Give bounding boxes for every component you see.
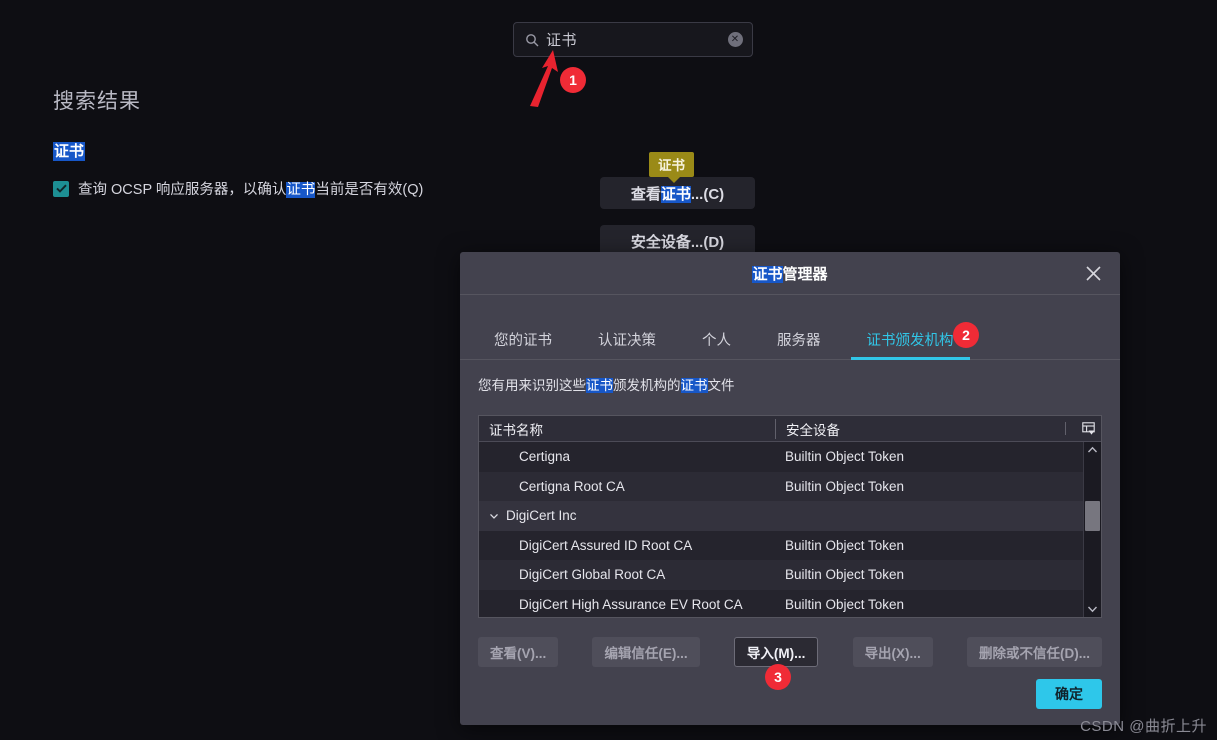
cell-group-name: DigiCert Inc	[479, 508, 775, 523]
results-group-label: 证书	[53, 142, 86, 161]
table-row[interactable]: Certigna Root CA Builtin Object Token	[479, 471, 1083, 501]
table-scrollbar[interactable]	[1083, 442, 1101, 617]
cell-certificate-name: DigiCert High Assurance EV Root CA	[519, 596, 743, 612]
column-header-security-device[interactable]: 安全设备	[775, 418, 1065, 439]
ok-button[interactable]: 确定	[1036, 679, 1102, 709]
ocsp-preference-label: 查询 OCSP 响应服务器，以确认证书当前是否有效(Q)	[78, 178, 423, 199]
annotation-badge-1: 1	[560, 67, 586, 93]
certificates-table: 证书名称 安全设备 Certigna Builtin Object Token …	[478, 415, 1102, 618]
cell-certificate-name: Certigna	[519, 449, 571, 465]
cell-certificate-name: Certigna Root CA	[519, 478, 625, 494]
annotation-badge-3: 3	[765, 664, 791, 690]
dialog-action-buttons: 查看(V)... 编辑信任(E)... 导入(M)... 导出(X)... 删除…	[478, 637, 1102, 667]
table-row[interactable]: Certigna Builtin Object Token	[479, 442, 1083, 472]
ocsp-text-after: 当前是否有效(Q)	[315, 182, 424, 198]
edit-trust-button[interactable]: 编辑信任(E)...	[592, 637, 700, 667]
dialog-description: 您有用来识别这些证书颁发机构的证书文件	[478, 378, 735, 393]
cell-security-device: Builtin Object Token	[785, 567, 905, 583]
chevron-down-icon[interactable]	[1084, 601, 1101, 617]
security-devices-label: 安全设备...(D)	[630, 233, 725, 251]
view-button[interactable]: 查看(V)...	[478, 637, 559, 667]
table-body: Certigna Builtin Object Token Certigna R…	[479, 442, 1101, 617]
tooltip-arrow-icon	[667, 176, 681, 183]
scrollbar-thumb[interactable]	[1085, 501, 1100, 531]
search-input[interactable]: 证书	[546, 29, 722, 50]
close-icon[interactable]	[1080, 260, 1106, 286]
clear-icon[interactable]: ✕	[722, 23, 748, 56]
group-label: DigiCert Inc	[506, 508, 577, 524]
cell-certificate-name: DigiCert Global Root CA	[519, 567, 666, 583]
chevron-up-icon[interactable]	[1084, 442, 1101, 458]
delete-or-distrust-button[interactable]: 删除或不信任(D)...	[967, 637, 1102, 667]
annotation-badge-2: 2	[953, 322, 979, 348]
cell-certificate-name: DigiCert Assured ID Root CA	[519, 537, 693, 553]
ocsp-preference-row[interactable]: 查询 OCSP 响应服务器，以确认证书当前是否有效(Q)	[53, 178, 423, 199]
ocsp-checkbox[interactable]	[53, 180, 69, 197]
scrollbar-track[interactable]	[1084, 458, 1101, 601]
cell-security-device: Builtin Object Token	[785, 596, 905, 612]
export-button[interactable]: 导出(X)...	[852, 637, 933, 667]
table-row[interactable]: DigiCert High Assurance EV Root CA Built…	[479, 589, 1083, 617]
tab-your-certificates[interactable]: 您的证书	[478, 323, 568, 359]
table-header-row: 证书名称 安全设备	[479, 416, 1101, 442]
column-options-icon[interactable]	[1065, 422, 1101, 435]
watermark: CSDN @曲折上升	[1080, 718, 1207, 735]
tab-authentication-decisions[interactable]: 认证决策	[582, 323, 672, 359]
table-rows: Certigna Builtin Object Token Certigna R…	[479, 442, 1083, 617]
dialog-titlebar: 证书管理器	[460, 252, 1120, 295]
table-row[interactable]: DigiCert Global Root CA Builtin Object T…	[479, 560, 1083, 590]
dialog-tabs: 您的证书 认证决策 个人 服务器 证书颁发机构	[460, 323, 1120, 360]
tab-authorities[interactable]: 证书颁发机构	[850, 323, 970, 360]
certificate-manager-dialog: 证书管理器 您的证书 认证决策 个人 服务器 证书颁发机构 您有用来识别这些证书…	[460, 252, 1120, 725]
column-header-certificate-name[interactable]: 证书名称	[479, 419, 775, 439]
import-button[interactable]: 导入(M)...	[733, 637, 819, 667]
tooltip-label: 证书	[658, 158, 685, 173]
dialog-title: 证书管理器	[752, 265, 828, 283]
cell-security-device: Builtin Object Token	[785, 449, 905, 465]
tab-people[interactable]: 个人	[686, 323, 747, 359]
ocsp-text-highlight: 证书	[286, 182, 316, 198]
table-group-row[interactable]: DigiCert Inc	[479, 501, 1083, 531]
ocsp-text-before: 查询 OCSP 响应服务器，以确认	[78, 182, 287, 198]
tooltip: 证书	[649, 152, 694, 183]
page-title: 搜索结果	[53, 90, 141, 113]
view-certificates-label: 查看证书...(C)	[630, 185, 725, 203]
cell-security-device: Builtin Object Token	[785, 537, 905, 553]
results-group-title: 证书	[53, 140, 86, 161]
chevron-down-icon[interactable]	[489, 511, 499, 521]
cell-security-device: Builtin Object Token	[785, 478, 905, 494]
table-row[interactable]: DigiCert Assured ID Root CA Builtin Obje…	[479, 530, 1083, 560]
tab-servers[interactable]: 服务器	[761, 323, 837, 359]
